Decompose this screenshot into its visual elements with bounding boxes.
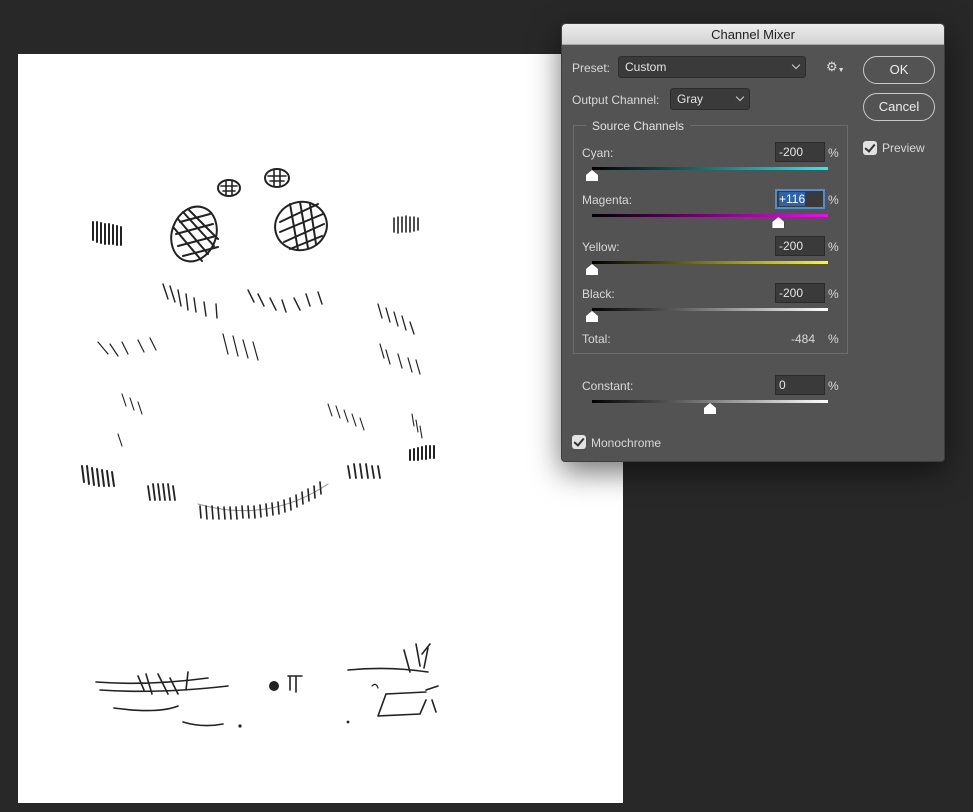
black-label: Black: [582,287,615,301]
yellow-slider-track[interactable] [592,261,828,264]
total-value: -484 [791,332,816,346]
preview-label: Preview [882,141,925,155]
magenta-value: +116 [779,192,806,206]
total-label: Total: [582,332,611,346]
cyan-input[interactable]: -200 [775,142,825,162]
black-percent: % [828,287,839,301]
channel-mixer-dialog: Channel Mixer Preset: Custom ⚙▼ Output C… [561,23,945,462]
yellow-percent: % [828,240,839,254]
magenta-input[interactable]: +116 [775,189,825,209]
monochrome-checkbox[interactable] [572,435,586,449]
cyan-label: Cyan: [582,146,614,160]
dialog-title[interactable]: Channel Mixer [562,24,944,45]
chevron-down-icon [791,60,801,70]
constant-slider-thumb[interactable] [704,403,716,414]
black-value: -200 [779,286,804,300]
output-channel-select[interactable]: Gray [670,88,750,110]
preset-value: Custom [625,60,667,74]
output-channel-value: Gray [677,92,704,106]
document-canvas[interactable] [18,54,623,803]
total-percent: % [828,332,839,346]
sketch-artwork [81,168,439,728]
source-channels-title: Source Channels [586,119,691,133]
magenta-label: Magenta: [582,193,633,207]
constant-label: Constant: [582,379,634,393]
cyan-slider-track[interactable] [592,167,828,170]
preview-checkbox[interactable] [863,141,877,155]
constant-input[interactable]: 0 [775,375,825,395]
preset-label: Preset: [572,61,611,75]
black-input[interactable]: -200 [775,283,825,303]
yellow-input[interactable]: -200 [775,236,825,256]
magenta-percent: % [828,193,839,207]
cyan-percent: % [828,146,839,160]
ok-button[interactable]: OK [863,56,935,84]
yellow-label: Yellow: [582,240,620,254]
constant-slider-track[interactable] [592,400,828,403]
cyan-value: -200 [779,145,804,159]
constant-value: 0 [779,378,786,392]
preset-select[interactable]: Custom [618,56,806,78]
monochrome-label: Monochrome [591,436,662,450]
chevron-down-icon [735,92,745,102]
output-channel-label: Output Channel: [572,93,660,107]
cancel-button[interactable]: Cancel [863,93,935,121]
magenta-slider-track[interactable] [592,214,828,217]
gear-icon[interactable]: ⚙▼ [826,59,845,75]
yellow-value: -200 [779,239,804,253]
constant-percent: % [828,379,839,393]
black-slider-track[interactable] [592,308,828,311]
